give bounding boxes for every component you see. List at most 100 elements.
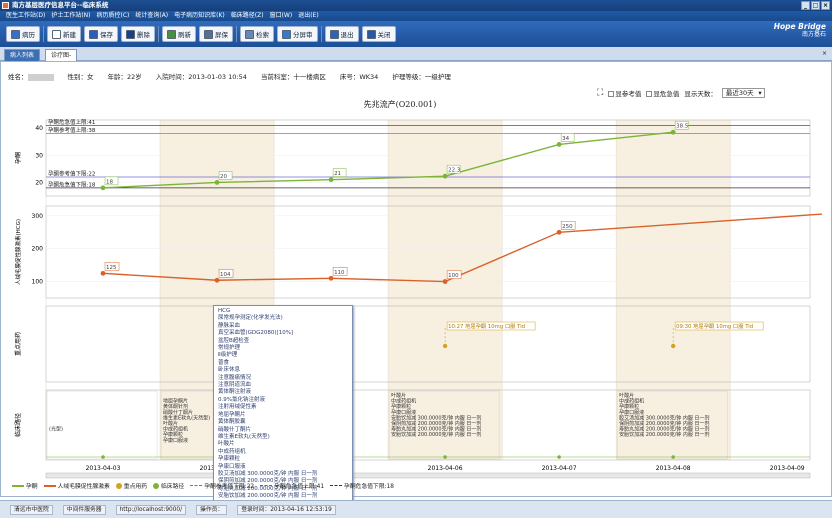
close-window-button[interactable]: × <box>821 1 830 10</box>
record-icon <box>11 29 20 39</box>
data-point <box>100 270 106 276</box>
refresh-button[interactable]: 刷新 <box>162 26 196 42</box>
legend-label: 孕酮危急值下限:18 <box>344 484 394 490</box>
y-axis-label: 重点用药 <box>14 332 22 356</box>
menu-item-5[interactable]: 临床路径(Z) <box>231 11 264 21</box>
toolbar-label: 退出 <box>340 31 354 39</box>
refresh-icon <box>167 29 176 39</box>
new-button[interactable]: 新建 <box>47 26 81 42</box>
popup-item: 孕康口服液 <box>218 463 246 470</box>
crit-checkbox[interactable] <box>646 91 653 97</box>
tab-patient-list[interactable]: 病人列表 <box>4 49 41 61</box>
data-label: 20 <box>220 174 227 180</box>
legend-item[interactable]: 人绒毛膜促性腺激素 <box>43 481 110 490</box>
minimize-button[interactable]: _ <box>801 1 810 10</box>
menu-item-3[interactable]: 统计查询(A) <box>135 11 168 21</box>
menu-item-4[interactable]: 电子病历知识库(K) <box>174 11 225 21</box>
status-bar: 清远市中医院 中间件服务器 http://localhost:9000/操作员： 登录… <box>0 500 832 518</box>
patient-sex: 性别：女 <box>67 73 94 81</box>
menu-item-6[interactable]: 窗口(W) <box>270 11 293 21</box>
legend-item[interactable]: 临床路径 <box>153 481 184 490</box>
y-tick-label: 40 <box>35 125 43 132</box>
popup-item: 地屈孕酮片 <box>218 411 246 418</box>
legend-item[interactable]: 孕酮危急值下限:18 <box>330 481 394 490</box>
trend-chart: 20 30 40 孕酮危急值上限:41孕酮参考值上限:38 孕酮参考值下限:22 孕酮危急… <box>14 118 822 479</box>
menu-item-0[interactable]: 医生工作站(D) <box>6 11 45 21</box>
legend-label: 孕酮危急值上限:41 <box>274 484 325 490</box>
popup-item: 孕康颗粒 <box>218 456 241 463</box>
toolbar-label: 保存 <box>100 31 113 39</box>
lock-button[interactable]: 屏保 <box>199 26 233 42</box>
brand-line2: 南方基石 <box>801 31 826 38</box>
legend-item[interactable]: 孕酮危急值上限:41 <box>260 481 324 490</box>
patient-age: 年龄：22岁 <box>107 73 142 81</box>
search-button[interactable]: 检索 <box>240 26 274 42</box>
brand-line1: Hope Bridge <box>773 22 826 31</box>
toolbar-label: 分屏审 <box>293 31 313 39</box>
popup-item: 维生素E软丸(天然型) <box>218 433 270 440</box>
popup-item: 硝酸什丁酮片 <box>218 426 252 433</box>
drug-label: 09:30 地屈孕酮 10mg 口服 Tid <box>676 322 753 330</box>
ref-checkbox[interactable] <box>608 91 615 97</box>
crit-label: 显危急值 <box>653 90 680 98</box>
legend-item[interactable]: 孕酮 <box>12 481 38 490</box>
show-ref-toggle[interactable]: 显参考值 <box>608 88 641 98</box>
pathway-dot <box>443 455 447 459</box>
record-button[interactable]: 病历 <box>6 26 40 42</box>
popup-item: 注意腹痛情况 <box>218 374 252 381</box>
menu-item-7[interactable]: 退出(E) <box>298 11 318 21</box>
lock-icon <box>204 29 213 39</box>
drug-label: 10:27 地屈孕酮 10mg 口服 Tid <box>448 322 525 330</box>
search-icon <box>245 29 254 39</box>
drug-dot <box>670 343 676 349</box>
pathway-dot <box>671 455 675 459</box>
chart-options: ⛶ 显参考值 显危急值 显示天数： 最近30天 ▾ <box>597 88 765 98</box>
fullscreen-icon[interactable]: ⛶ <box>597 88 603 98</box>
pathway-text: 安胎饮加减 200.0000克/钟 内服 日一剂 <box>391 431 481 438</box>
tab-diagnosis-chart[interactable]: 诊疗图- <box>45 49 78 61</box>
legend-label: 孕酮参考值下限:22 <box>204 484 255 490</box>
menu-item-2[interactable]: 病历质控(C) <box>96 11 129 21</box>
popup-item: 常规护理 <box>218 345 241 352</box>
close-tab-icon[interactable]: × <box>822 50 827 57</box>
close-button[interactable]: 关闭 <box>361 26 396 42</box>
data-label: 250 <box>562 224 573 230</box>
exit-button[interactable]: 退出 <box>324 26 359 42</box>
days-value: 最近30天 <box>725 89 754 97</box>
patient-name-masked <box>27 73 54 81</box>
legend-label: 孕酮 <box>26 484 38 490</box>
toolbar-label: 病历 <box>22 31 35 39</box>
popup-item: 尿常规孕测定(化学发光法) <box>218 315 283 322</box>
horizontal-scrollbar <box>45 472 811 479</box>
popup-item: 卧床休息 <box>218 367 241 374</box>
legend-swatch <box>12 484 24 487</box>
toolbar-separator <box>158 26 159 42</box>
data-label: 21 <box>334 171 341 177</box>
popup-item: 盆腔B超检查 <box>218 337 250 344</box>
days-select[interactable]: 最近30天 ▾ <box>721 88 765 98</box>
legend-swatch <box>43 484 56 487</box>
toolbar-label: 删除 <box>137 31 150 39</box>
data-point <box>556 229 562 235</box>
show-crit-toggle[interactable]: 显危急值 <box>646 88 679 98</box>
data-label: 110 <box>334 270 345 276</box>
popup-item: 中成药组机 <box>218 448 246 455</box>
split-button[interactable]: 分屏审 <box>277 26 318 42</box>
legend-item[interactable]: 孕酮参考值下限:22 <box>190 481 254 490</box>
save-button[interactable]: 保存 <box>84 26 118 42</box>
data-point <box>214 277 220 283</box>
legend-swatch <box>153 482 159 489</box>
data-label: 125 <box>106 265 117 271</box>
chart-title: 先兆流产(O20.001) <box>363 100 437 109</box>
legend-item[interactable]: 重点用药 <box>115 481 147 490</box>
popup-item: 黄体酮注射液 <box>218 389 252 396</box>
delete-button[interactable]: 删除 <box>121 26 155 42</box>
data-label: 38.5 <box>676 124 689 130</box>
x-tick-label: 2013-04-09 <box>770 465 805 472</box>
popup-item: 真空采血管(GDG2080)[10%] <box>218 330 294 337</box>
maximize-button[interactable]: □ <box>811 1 820 10</box>
status-cell: 操作员： <box>196 504 228 515</box>
menu-item-1[interactable]: 护士工作站(N) <box>51 11 90 21</box>
legend-swatch <box>260 485 273 486</box>
data-point <box>670 129 676 135</box>
